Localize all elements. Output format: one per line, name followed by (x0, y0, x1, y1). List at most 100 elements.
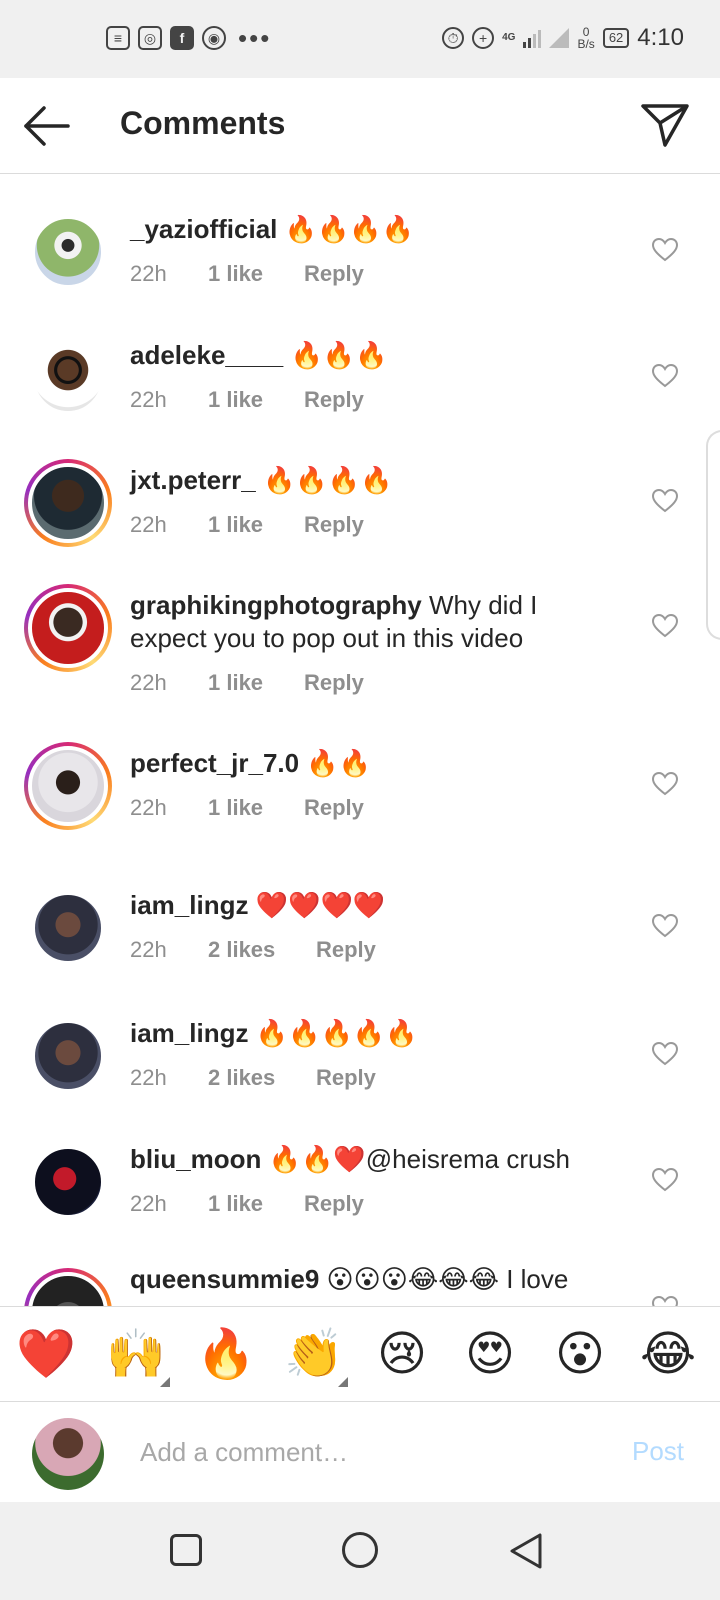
reply-button[interactable]: Reply (316, 1065, 376, 1091)
comment-meta: 22h 1 like Reply (130, 1191, 364, 1217)
comment-username[interactable]: perfect_jr_7.0 (130, 748, 299, 778)
like-heart-icon[interactable] (652, 772, 678, 796)
comment-username[interactable]: jxt.peterr_ (130, 465, 256, 495)
alarm-icon: ⏱ (442, 27, 465, 49)
network-type: 4G (502, 32, 516, 43)
comment-username[interactable]: bliu_moon (130, 1144, 261, 1174)
comment-text: iam_lingz 🔥🔥🔥🔥🔥 (130, 1017, 620, 1050)
like-heart-icon[interactable] (652, 364, 678, 388)
emoji-red-heart[interactable]: ❤️ (16, 1327, 76, 1383)
comment-meta: 22h 2 likes Reply (130, 937, 376, 963)
emoji-raising-hands[interactable]: 🙌 (106, 1327, 170, 1387)
like-heart-icon[interactable] (652, 489, 678, 513)
back-arrow-icon[interactable] (22, 104, 72, 148)
direct-send-icon[interactable] (640, 102, 690, 148)
comment-text: adeleke____ 🔥🔥🔥 (130, 339, 620, 372)
comment-likes[interactable]: 1 like (208, 795, 304, 821)
comment-text: bliu_moon 🔥🔥❤️@heisrema crush (130, 1143, 620, 1176)
like-heart-icon[interactable] (652, 1168, 678, 1192)
avatar-story-ring[interactable] (24, 459, 112, 547)
app-header: Comments (0, 78, 720, 174)
comment-username[interactable]: iam_lingz (130, 1018, 248, 1048)
system-icons: ⏱ + 4G 0 B/s 62 4:10 (442, 24, 684, 52)
emoji-crying-face[interactable]: 😢 (374, 1327, 430, 1383)
like-heart-icon[interactable] (652, 1296, 678, 1306)
reply-button[interactable]: Reply (304, 261, 364, 287)
clock: 4:10 (637, 24, 684, 51)
comment-likes[interactable]: 1 like (208, 1191, 304, 1217)
comment-likes[interactable]: 1 like (208, 387, 304, 413)
comment-username[interactable]: graphikingphotography (130, 590, 422, 620)
like-heart-icon[interactable] (652, 238, 678, 262)
comment-time: 22h (130, 670, 167, 695)
avatar[interactable] (32, 1020, 104, 1092)
comment-username[interactable]: iam_lingz (130, 890, 248, 920)
emoji-tears-of-joy[interactable]: 😂 (640, 1327, 696, 1383)
page-title: Comments (120, 105, 286, 141)
comment-body: 🔥🔥🔥🔥🔥 (255, 1018, 418, 1048)
emoji-clapping-hands[interactable]: 👏 (284, 1327, 348, 1387)
more-notifications-icon: ••• (238, 23, 272, 53)
data-saver-icon: + (472, 27, 495, 49)
comment-time: 22h (130, 795, 167, 820)
comment-text: _yaziofficial 🔥🔥🔥🔥 (130, 213, 620, 246)
emoji-heart-eyes[interactable]: 😍 (462, 1327, 518, 1383)
avatar[interactable] (32, 892, 104, 964)
avatar[interactable] (32, 216, 104, 288)
comment-username[interactable]: adeleke____ (130, 340, 283, 370)
add-comment-bar: Post (0, 1402, 720, 1502)
comment-meta: 22h 1 like Reply (130, 261, 364, 287)
like-heart-icon[interactable] (652, 914, 678, 938)
reply-button[interactable]: Reply (304, 670, 364, 696)
comment-meta: 22h 2 likes Reply (130, 1065, 376, 1091)
avatar[interactable] (32, 342, 104, 414)
comment-likes[interactable]: 2 likes (208, 937, 316, 963)
reply-button[interactable]: Reply (304, 512, 364, 538)
comment-time: 22h (130, 1065, 167, 1090)
emoji-fire[interactable]: 🔥 (196, 1327, 256, 1383)
comment-time: 22h (130, 512, 167, 537)
comment-text: graphikingphotography Why did I expect y… (130, 589, 620, 655)
reply-button[interactable]: Reply (316, 937, 376, 963)
comment-likes[interactable]: 1 like (208, 261, 304, 287)
comment-time: 22h (130, 1191, 167, 1216)
comment-meta: 22h 1 like Reply (130, 670, 364, 696)
comments-list: _yaziofficial 🔥🔥🔥🔥 22h 1 like Reply adel… (0, 176, 720, 1306)
recent-apps-button[interactable] (170, 1534, 202, 1566)
home-button[interactable] (342, 1532, 378, 1568)
like-heart-icon[interactable] (652, 1042, 678, 1066)
avatar-story-ring[interactable] (24, 584, 112, 672)
emoji-astonished-face[interactable]: 😮 (552, 1327, 608, 1383)
status-bar: ≡ ◎ f ◉ ••• ⏱ + 4G 0 B/s 62 4:10 (0, 0, 720, 78)
facebook-icon: f (170, 26, 194, 50)
comment-time: 22h (130, 261, 167, 286)
comment-body: 🔥🔥🔥🔥 (284, 214, 415, 244)
comment-likes[interactable]: 2 likes (208, 1065, 316, 1091)
comment-username[interactable]: queensummie9 (130, 1264, 319, 1294)
comment-body: 🔥🔥🔥 (290, 340, 388, 370)
reply-button[interactable]: Reply (304, 387, 364, 413)
reply-button[interactable]: Reply (304, 1191, 364, 1217)
post-button[interactable]: Post (632, 1436, 684, 1467)
signal-icon (523, 28, 542, 48)
comment-meta: 22h 1 like Reply (130, 387, 364, 413)
avatar-story-ring[interactable] (24, 1268, 112, 1306)
browser-icon: ◉ (202, 26, 226, 50)
wifi-signal-icon (549, 28, 570, 48)
comment-likes[interactable]: 1 like (208, 512, 304, 538)
comment-username[interactable]: _yaziofficial (130, 214, 277, 244)
back-button[interactable] (508, 1532, 544, 1570)
comment-input[interactable] (140, 1432, 580, 1472)
comment-time: 22h (130, 387, 167, 412)
comment-likes[interactable]: 1 like (208, 670, 304, 696)
comment-body: 🔥🔥 (306, 748, 372, 778)
avatar[interactable] (32, 1146, 104, 1218)
comment-body: 😮😮😮😂😂😂 I love (326, 1264, 569, 1294)
network-speed: 0 B/s (577, 25, 595, 51)
comment-text: perfect_jr_7.0 🔥🔥 (130, 747, 620, 780)
comment-time: 22h (130, 937, 167, 962)
avatar-story-ring[interactable] (24, 742, 112, 830)
like-heart-icon[interactable] (652, 614, 678, 638)
news-icon: ≡ (106, 26, 130, 50)
reply-button[interactable]: Reply (304, 795, 364, 821)
